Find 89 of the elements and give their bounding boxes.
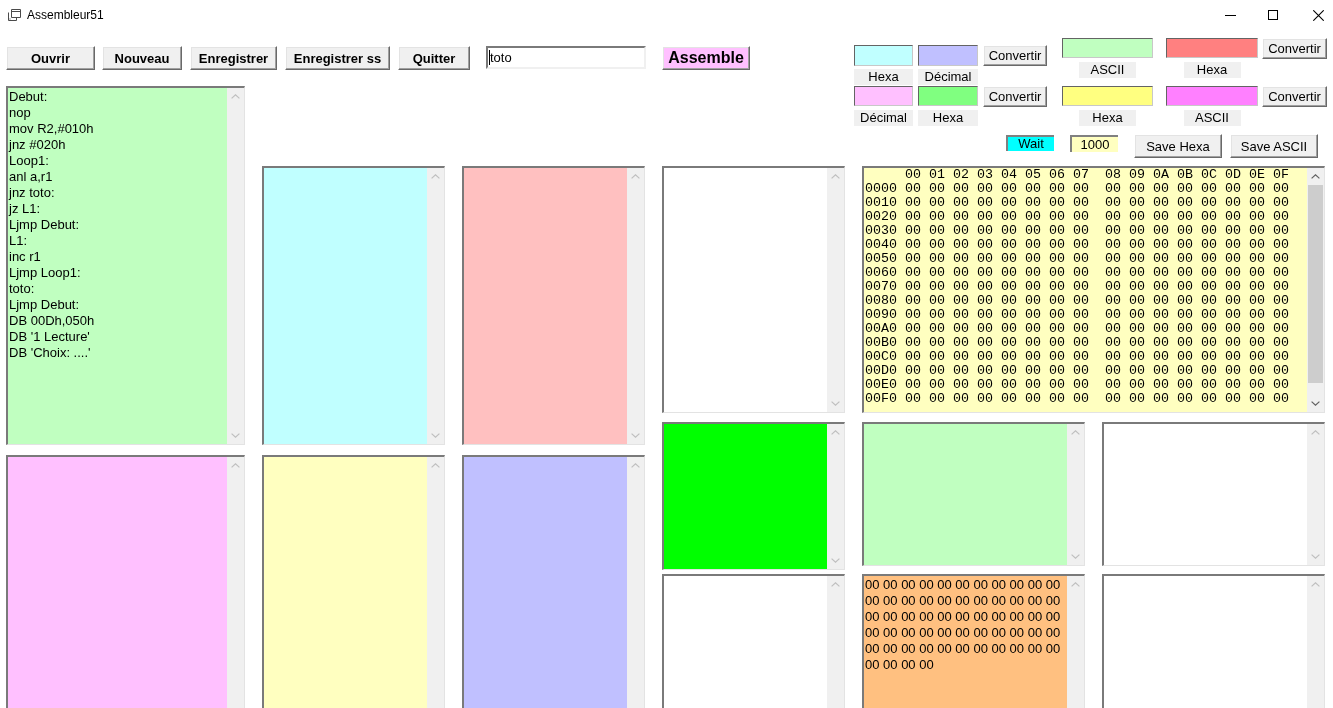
convert-button[interactable]: Convertir [1262,86,1327,107]
text-field[interactable] [918,45,978,66]
text-line: jnz toto: [9,185,55,201]
text-line: 00 00 00 00 00 00 00 00 00 00 00 [865,609,1061,625]
text-line: 00A0 00 00 00 00 00 00 00 00 00 00 00 00 00 00 00 00 [865,322,1289,336]
text-line: L1: [9,233,28,249]
text-line: anl a,r1 [9,169,53,185]
window-title: Assembleur51 [27,8,104,22]
scrollbar[interactable] [227,457,244,708]
text-field[interactable] [1062,38,1153,58]
scrollbar[interactable] [1307,576,1324,708]
text-line: 00B0 00 00 00 00 00 00 00 00 00 00 00 00 00 00 00 00 [865,336,1289,350]
toolbar-button[interactable]: Ouvrir [6,46,95,70]
text-line: 00C0 00 00 00 00 00 00 00 00 00 00 00 00 00 00 00 00 [865,350,1289,364]
text-line: nop [9,105,31,121]
text-line: 00D0 00 00 00 00 00 00 00 00 00 00 00 00 00 00 00 00 [865,364,1289,378]
field-label: Hexa [918,110,978,126]
text-line: 0020 00 00 00 00 00 00 00 00 00 00 00 00 00 00 00 00 [865,210,1289,224]
scrollbar-thumb[interactable] [1308,185,1323,383]
convert-button[interactable]: Convertir [983,45,1047,66]
toolbar-button[interactable]: Enregistrer [190,46,277,70]
text-line: DB 'Choix: ....' [9,345,91,361]
text-line: Loop1: [9,153,49,169]
minimize-icon [1224,14,1236,16]
text-line: toto: [9,281,35,297]
text-line: 0050 00 00 00 00 00 00 00 00 00 00 00 00 00 00 00 00 [865,252,1289,266]
maximize-icon [1268,10,1278,20]
toolbar-button[interactable]: Quitter [398,46,470,70]
text-line: mov R2,#010h [9,121,94,137]
convert-button[interactable]: Convertir [1262,38,1327,59]
toolbar-button[interactable]: Nouveau [102,46,182,70]
chevron-down-icon[interactable] [1311,401,1320,406]
text-area[interactable] [862,166,1325,413]
text-line: 0010 00 00 00 00 00 00 00 00 00 00 00 00 00 00 00 00 [865,196,1289,210]
save-button[interactable]: Save Hexa [1134,134,1222,158]
text-line: 0070 00 00 00 00 00 00 00 00 00 00 00 00 00 00 00 00 [865,280,1289,294]
text-line: Ljmp Loop1: [9,265,81,281]
save-button[interactable]: Save ASCII [1230,134,1318,158]
text-line: Ljmp Debut: [9,217,80,233]
text-line: 0090 00 00 00 00 00 00 00 00 00 00 00 00 00 00 00 00 [865,308,1289,322]
app-icon [8,9,21,21]
field-label: Hexa [854,69,913,85]
text-line: 00 00 00 00 00 00 00 00 00 00 00 [865,625,1061,641]
field-label: Hexa [1183,62,1241,78]
text-line: DB 00Dh,050h [9,313,95,329]
field-label: Hexa [1079,110,1136,126]
field-label: Décimal [854,110,913,126]
text-line: 0030 00 00 00 00 00 00 00 00 00 00 00 00 00 00 00 00 [865,224,1289,238]
chevron-up-icon[interactable] [1311,174,1320,179]
text-field[interactable] [854,45,913,66]
text-line: Ljmp Debut: [9,297,80,313]
text-line: 0060 00 00 00 00 00 00 00 00 00 00 00 00 00 00 00 00 [865,266,1289,280]
text-line: Debut: [9,89,48,105]
text-line: 0080 00 00 00 00 00 00 00 00 00 00 00 00 00 00 00 00 [865,294,1289,308]
text-line: 00 00 00 00 [865,657,934,673]
text-area[interactable]: Debut: nop mov R2,#010h jnz #020h Loop1: anl a,r1 jnz toto: jz L1: Ljmp Debut: L1: inc r1 Ljmp Loop1: toto: Ljmp Debut: DB 00Dh,050h DB '1 Lecture' DB 'Choix: ....' [6,86,245,445]
status-label: Wait [1006,135,1054,151]
scrollbar[interactable] [1307,168,1324,412]
offset-header: 00 01 02 03 04 05 06 07 08 09 0A 0B 0C 0D 0E 0F [904,168,1289,182]
text-area[interactable]: 00 00 00 00 00 00 00 00 00 00 00 00 00 00 00 00 00 00 00 00 00 00 00 00 00 00 00 00 00 00 00 00 00 00 00 00 00 00 00 00 00 00 00 00 00 00 00 00 00 00 00 00 00 00 00 00 00 00 00 [862,574,1085,708]
field-label: ASCII [1079,62,1136,78]
toolbar-button[interactable]: Enregistrer ss [285,46,390,70]
field-label: Décimal [918,69,978,85]
text-field[interactable] [1166,38,1258,58]
scrollbar[interactable] [627,457,644,708]
text-line: jnz #020h [9,137,66,153]
text-line: 00E0 00 00 00 00 00 00 00 00 00 00 00 00 00 00 00 00 [865,378,1289,392]
scrollbar[interactable] [427,457,444,708]
text-line: 00 00 00 00 00 00 00 00 00 00 00 [865,641,1061,657]
text-field[interactable]: 1000 [1070,135,1118,152]
scrollbar[interactable] [1067,576,1084,708]
scrollbar[interactable] [827,576,844,708]
text-field[interactable] [1166,86,1258,106]
text-line: inc r1 [9,249,41,265]
close-icon [1312,9,1324,21]
text-field[interactable] [918,86,978,106]
text-line: 0000 00 00 00 00 00 00 00 00 00 00 00 00 00 00 00 00 [865,182,1289,196]
text-line: DB '1 Lecture' [9,329,90,345]
text-field[interactable]: toto [486,46,646,69]
text-line: jz L1: [9,201,41,217]
text-line: 00F0 00 00 00 00 00 00 00 00 00 00 00 00 00 00 00 00 [865,392,1289,406]
assemble-button[interactable]: Assemble [662,46,750,70]
field-label: ASCII [1183,110,1241,126]
text-line: 0040 00 00 00 00 00 00 00 00 00 00 00 00 00 00 00 00 [865,238,1289,252]
text-line: 00 00 00 00 00 00 00 00 00 00 00 [865,593,1061,609]
text-field[interactable] [1062,86,1153,106]
convert-button[interactable]: Convertir [983,86,1047,107]
text-field[interactable] [854,86,913,106]
text-line: 00 00 00 00 00 00 00 00 00 00 00 [865,577,1061,593]
